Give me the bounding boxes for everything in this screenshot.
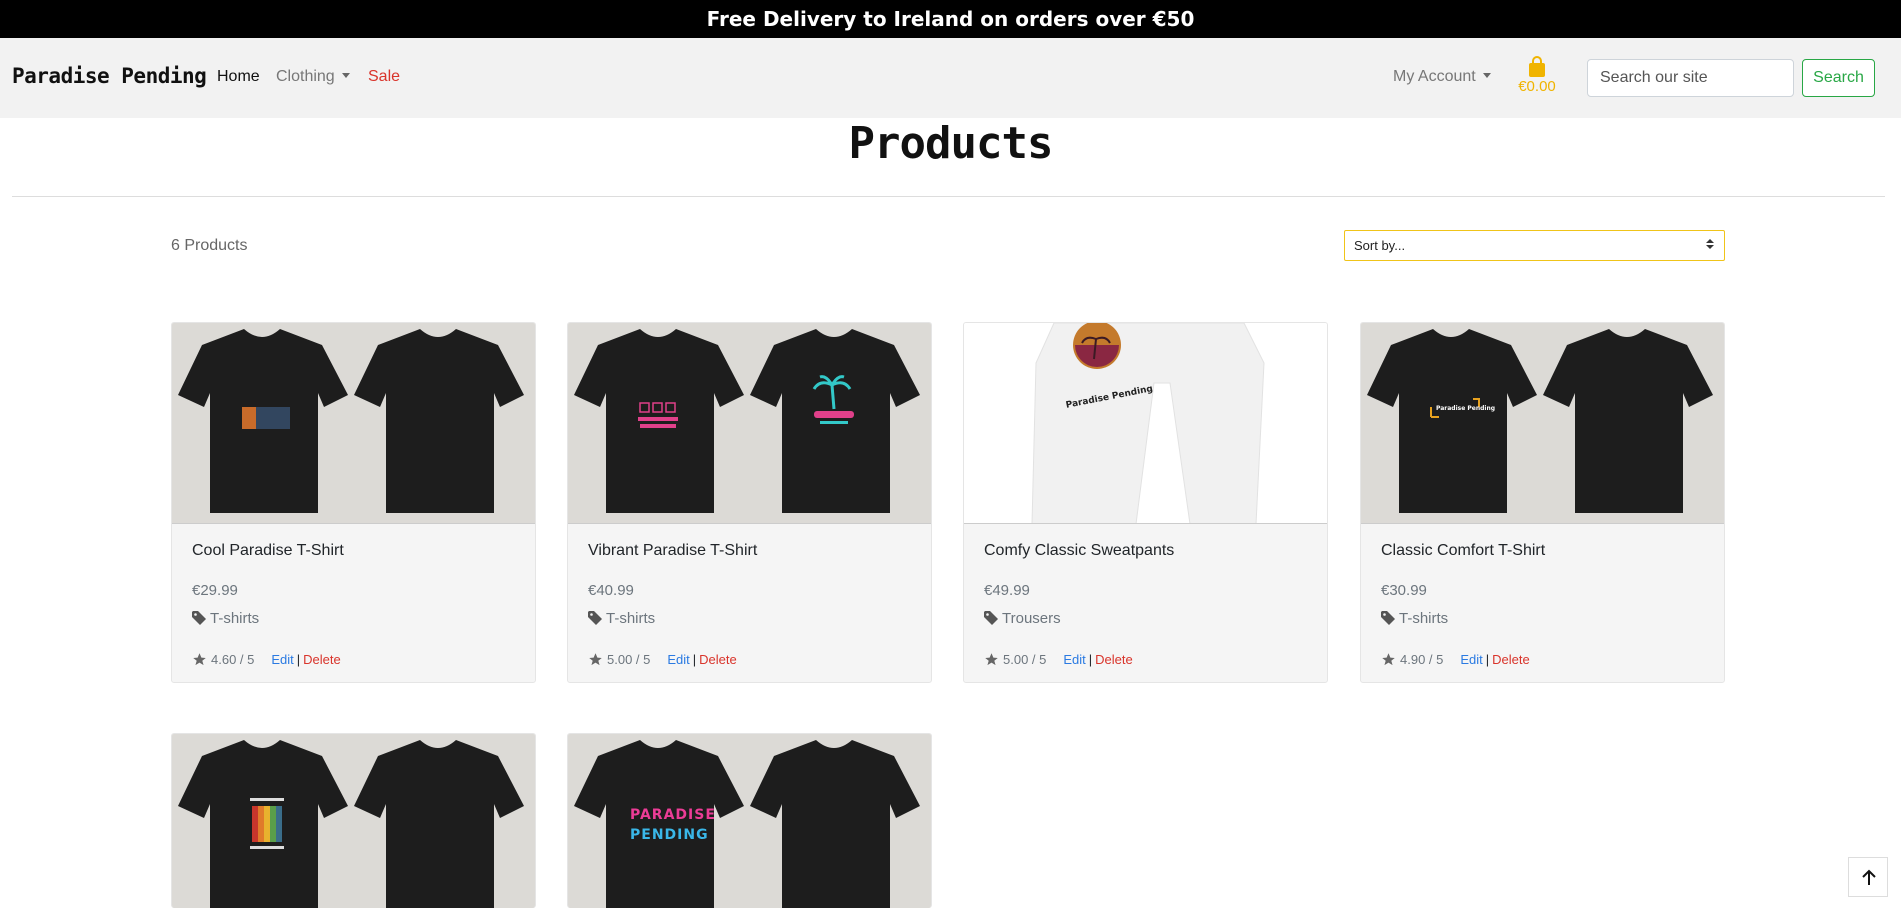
product-meta: 5.00 / 5 Edit | Delete bbox=[984, 652, 1133, 667]
page-title: Products bbox=[848, 118, 1054, 169]
product-card: Vibrant Paradise T-Shirt €40.99 T-shirts… bbox=[567, 322, 932, 683]
category-label: Trousers bbox=[1002, 610, 1061, 627]
my-account-dropdown[interactable]: My Account bbox=[1393, 68, 1491, 86]
nav-home[interactable]: Home bbox=[217, 68, 260, 86]
caret-down-icon bbox=[341, 73, 350, 78]
product-category-link[interactable]: T-shirts bbox=[1381, 610, 1448, 627]
navbar: Paradise Pending Home Clothing Sale My A… bbox=[0, 38, 1901, 118]
delete-link[interactable]: Delete bbox=[1492, 652, 1530, 667]
product-card: Paradise Pending Classic Comfort T-Shirt… bbox=[1360, 322, 1725, 683]
tag-icon bbox=[984, 611, 998, 625]
product-name[interactable]: Comfy Classic Sweatpants bbox=[984, 542, 1174, 560]
edit-link[interactable]: Edit bbox=[1063, 652, 1085, 667]
product-card: Cool Paradise T-Shirt €29.99 T-shirts 4.… bbox=[171, 322, 536, 683]
cart-button[interactable]: €0.00 bbox=[1516, 56, 1558, 95]
cart-total: €0.00 bbox=[1518, 78, 1556, 95]
brand-logo[interactable]: Paradise Pending bbox=[12, 64, 207, 88]
edit-link[interactable]: Edit bbox=[1460, 652, 1482, 667]
category-label: T-shirts bbox=[606, 610, 656, 627]
product-category-link[interactable]: Trousers bbox=[984, 610, 1061, 627]
product-meta: 5.00 / 5 Edit | Delete bbox=[588, 652, 737, 667]
tag-icon bbox=[588, 611, 602, 625]
product-rating: 4.90 / 5 bbox=[1400, 652, 1444, 667]
product-image[interactable] bbox=[172, 323, 535, 524]
category-label: T-shirts bbox=[210, 610, 260, 627]
nav-sale[interactable]: Sale bbox=[368, 68, 400, 86]
star-icon bbox=[985, 653, 998, 666]
tag-icon bbox=[1381, 611, 1395, 625]
caret-down-icon bbox=[1482, 73, 1491, 78]
my-account-label: My Account bbox=[1393, 68, 1476, 85]
star-icon bbox=[1382, 653, 1395, 666]
product-card: Paradise Pending Comfy Classic Sweatpant… bbox=[963, 322, 1328, 683]
separator: | bbox=[1485, 652, 1490, 667]
product-price: €29.99 bbox=[192, 582, 238, 599]
separator: | bbox=[692, 652, 697, 667]
edit-link[interactable]: Edit bbox=[667, 652, 689, 667]
product-image[interactable]: PARADISE PENDING bbox=[568, 734, 931, 908]
shopping-bag-icon bbox=[1529, 56, 1545, 77]
product-rating: 5.00 / 5 bbox=[1003, 652, 1047, 667]
product-print-line2: PENDING bbox=[630, 827, 709, 843]
product-print-line1: PARADISE bbox=[630, 807, 716, 823]
product-image[interactable] bbox=[172, 734, 535, 908]
delete-link[interactable]: Delete bbox=[303, 652, 341, 667]
product-name[interactable]: Cool Paradise T-Shirt bbox=[192, 542, 344, 560]
product-count: 6 Products bbox=[171, 237, 248, 254]
product-category-link[interactable]: T-shirts bbox=[588, 610, 655, 627]
edit-link[interactable]: Edit bbox=[271, 652, 293, 667]
product-rating: 4.60 / 5 bbox=[211, 652, 255, 667]
product-image[interactable]: Paradise Pending bbox=[1361, 323, 1724, 524]
divider bbox=[12, 196, 1885, 197]
star-icon bbox=[589, 653, 602, 666]
separator: | bbox=[1088, 652, 1093, 667]
product-name[interactable]: Classic Comfort T-Shirt bbox=[1381, 542, 1545, 560]
category-label: T-shirts bbox=[1399, 610, 1449, 627]
select-arrows-icon bbox=[1706, 239, 1714, 249]
product-meta: 4.60 / 5 Edit | Delete bbox=[192, 652, 341, 667]
promo-banner: Free Delivery to Ireland on orders over … bbox=[0, 0, 1901, 38]
search-button[interactable]: Search bbox=[1802, 59, 1875, 97]
product-price: €40.99 bbox=[588, 582, 634, 599]
product-meta: 4.90 / 5 Edit | Delete bbox=[1381, 652, 1530, 667]
tag-icon bbox=[192, 611, 206, 625]
search-input[interactable] bbox=[1587, 59, 1794, 97]
product-name[interactable]: Vibrant Paradise T-Shirt bbox=[588, 542, 757, 560]
product-category-link[interactable]: T-shirts bbox=[192, 610, 259, 627]
arrow-up-icon bbox=[1862, 869, 1876, 885]
separator: | bbox=[296, 652, 301, 667]
sort-select[interactable]: Sort by... bbox=[1344, 230, 1725, 261]
product-image[interactable]: Paradise Pending bbox=[964, 323, 1327, 524]
back-to-top-button[interactable] bbox=[1848, 857, 1888, 897]
product-print-text: Paradise Pending bbox=[1436, 405, 1496, 412]
product-image[interactable] bbox=[568, 323, 931, 524]
delete-link[interactable]: Delete bbox=[1095, 652, 1133, 667]
delete-link[interactable]: Delete bbox=[699, 652, 737, 667]
product-price: €49.99 bbox=[984, 582, 1030, 599]
sort-select-label: Sort by... bbox=[1354, 238, 1406, 253]
nav-clothing-label: Clothing bbox=[276, 68, 335, 85]
nav-clothing-dropdown[interactable]: Clothing bbox=[276, 68, 350, 86]
product-card bbox=[171, 733, 536, 908]
product-card: PARADISE PENDING bbox=[567, 733, 932, 908]
star-icon bbox=[193, 653, 206, 666]
product-rating: 5.00 / 5 bbox=[607, 652, 651, 667]
product-price: €30.99 bbox=[1381, 582, 1427, 599]
